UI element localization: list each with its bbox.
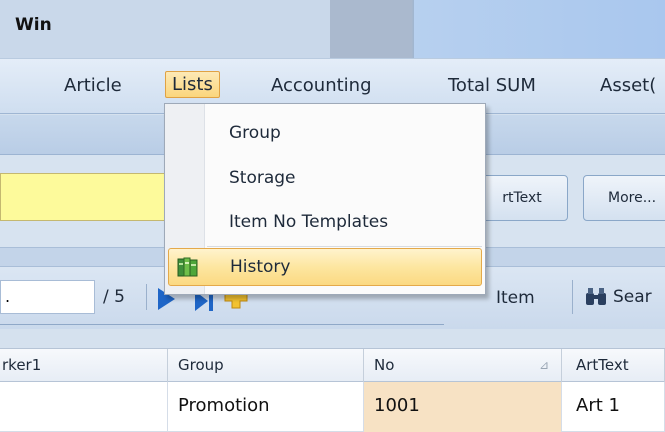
- navigator-separator: [146, 284, 147, 310]
- record-position-input[interactable]: .: [0, 280, 95, 314]
- cell-group[interactable]: Promotion: [168, 382, 364, 432]
- menu-asset[interactable]: Asset(: [596, 73, 660, 98]
- cell-arttext[interactable]: Art 1: [562, 382, 665, 432]
- cell-no[interactable]: 1001: [364, 382, 562, 432]
- search-button[interactable]: Sear: [572, 280, 665, 314]
- arttext-button[interactable]: rtText: [476, 175, 568, 221]
- cell-marker1[interactable]: [0, 382, 168, 432]
- menu-item-history-label: History: [230, 257, 291, 277]
- column-header-group[interactable]: Group: [168, 349, 364, 383]
- column-header-marker1[interactable]: rker1: [0, 349, 168, 383]
- window-title: Win: [15, 15, 52, 35]
- menu-lists[interactable]: Lists: [165, 71, 220, 98]
- menu-accounting[interactable]: Accounting: [267, 73, 376, 98]
- highlight-field[interactable]: [0, 173, 175, 221]
- menu-item-history[interactable]: History: [168, 248, 482, 286]
- more-button[interactable]: More...: [583, 175, 665, 221]
- menu-article[interactable]: Article: [60, 73, 126, 98]
- menu-total-sum[interactable]: Total SUM: [444, 73, 540, 98]
- binoculars-icon: [586, 288, 606, 305]
- column-header-no[interactable]: No ⊿: [364, 349, 562, 383]
- book-stack-icon: [176, 256, 200, 278]
- menu-separator: [207, 246, 482, 247]
- title-bar-blur: [330, 0, 414, 58]
- sort-indicator-icon: ⊿: [538, 358, 549, 372]
- grid-header: rker1 Group No ⊿ ArtText: [0, 348, 665, 383]
- lists-dropdown-menu: Group Storage Item No Templates History: [164, 103, 486, 295]
- search-label: Sear: [613, 287, 652, 307]
- menu-item-group[interactable]: Group: [207, 115, 477, 151]
- column-header-arttext[interactable]: ArtText: [562, 349, 665, 383]
- column-header-no-label: No: [374, 356, 395, 374]
- menu-item-storage[interactable]: Storage: [207, 160, 477, 196]
- menu-item-item-no-templates[interactable]: Item No Templates: [207, 204, 477, 240]
- item-button[interactable]: Item: [488, 286, 543, 310]
- table-row[interactable]: Promotion 1001 Art 1: [0, 382, 665, 432]
- record-total: / 5: [103, 287, 125, 307]
- navigator-underline: [0, 324, 444, 325]
